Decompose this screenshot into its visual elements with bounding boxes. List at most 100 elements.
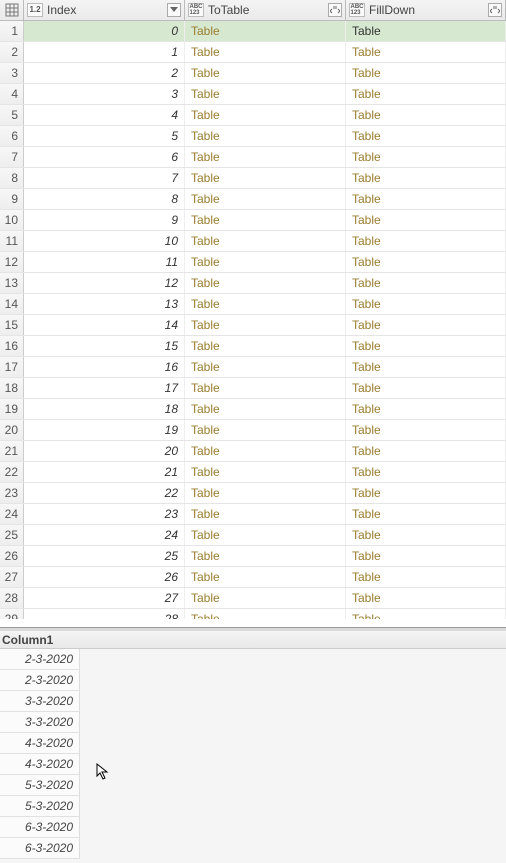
- cell-filldown[interactable]: Table: [346, 84, 506, 104]
- cell-index[interactable]: 21: [24, 462, 185, 482]
- table-row[interactable]: 2120TableTable: [0, 441, 506, 462]
- table-row[interactable]: 21TableTable: [0, 42, 506, 63]
- table-row[interactable]: 2221TableTable: [0, 462, 506, 483]
- table-row[interactable]: 1615TableTable: [0, 336, 506, 357]
- filter-dropdown-button[interactable]: [167, 3, 181, 17]
- cell-index[interactable]: 12: [24, 273, 185, 293]
- row-header[interactable]: 10: [0, 210, 24, 230]
- table-row[interactable]: 43TableTable: [0, 84, 506, 105]
- cell-filldown[interactable]: Table: [346, 231, 506, 251]
- table-row[interactable]: 2726TableTable: [0, 567, 506, 588]
- cell-filldown[interactable]: Table: [346, 567, 506, 587]
- row-header[interactable]: 11: [0, 231, 24, 251]
- cell-filldown[interactable]: Table: [346, 273, 506, 293]
- cell-index[interactable]: 25: [24, 546, 185, 566]
- grid-body[interactable]: 10TableTable21TableTable32TableTable43Ta…: [0, 21, 506, 628]
- cell-totable[interactable]: Table: [185, 504, 346, 524]
- cell-totable[interactable]: Table: [185, 525, 346, 545]
- row-header[interactable]: 15: [0, 315, 24, 335]
- cell-filldown[interactable]: Table: [346, 420, 506, 440]
- cell-index[interactable]: 23: [24, 504, 185, 524]
- cell-totable[interactable]: Table: [185, 609, 346, 619]
- row-header[interactable]: 9: [0, 189, 24, 209]
- cell-index[interactable]: 20: [24, 441, 185, 461]
- column-header-totable[interactable]: ABC123 ToTable: [185, 0, 346, 20]
- cell-filldown[interactable]: Table: [346, 504, 506, 524]
- cell-filldown[interactable]: Table: [346, 399, 506, 419]
- cell-totable[interactable]: Table: [185, 567, 346, 587]
- column-header-index[interactable]: 1.2 Index: [24, 0, 185, 20]
- cell-index[interactable]: 10: [24, 231, 185, 251]
- cell-totable[interactable]: Table: [185, 63, 346, 83]
- row-header[interactable]: 2: [0, 42, 24, 62]
- cell-index[interactable]: 15: [24, 336, 185, 356]
- cell-filldown[interactable]: Table: [346, 168, 506, 188]
- cell-totable[interactable]: Table: [185, 42, 346, 62]
- table-row[interactable]: 10TableTable: [0, 21, 506, 42]
- preview-row[interactable]: 2-3-2020: [0, 670, 80, 691]
- cell-totable[interactable]: Table: [185, 441, 346, 461]
- cell-filldown[interactable]: Table: [346, 315, 506, 335]
- cell-index[interactable]: 8: [24, 189, 185, 209]
- cell-index[interactable]: 16: [24, 357, 185, 377]
- cell-index[interactable]: 13: [24, 294, 185, 314]
- cell-totable[interactable]: Table: [185, 462, 346, 482]
- cell-index[interactable]: 7: [24, 168, 185, 188]
- row-header[interactable]: 18: [0, 378, 24, 398]
- preview-column-header[interactable]: Column1: [0, 631, 506, 649]
- cell-index[interactable]: 3: [24, 84, 185, 104]
- cell-filldown[interactable]: Table: [346, 210, 506, 230]
- cell-totable[interactable]: Table: [185, 357, 346, 377]
- preview-row[interactable]: 4-3-2020: [0, 733, 80, 754]
- preview-row[interactable]: 6-3-2020: [0, 817, 80, 838]
- cell-index[interactable]: 19: [24, 420, 185, 440]
- row-header[interactable]: 16: [0, 336, 24, 356]
- cell-index[interactable]: 27: [24, 588, 185, 608]
- cell-totable[interactable]: Table: [185, 399, 346, 419]
- cell-totable[interactable]: Table: [185, 420, 346, 440]
- row-header[interactable]: 17: [0, 357, 24, 377]
- row-header[interactable]: 20: [0, 420, 24, 440]
- cell-index[interactable]: 28: [24, 609, 185, 619]
- cell-totable[interactable]: Table: [185, 252, 346, 272]
- expand-button[interactable]: [328, 3, 342, 17]
- cell-filldown[interactable]: Table: [346, 483, 506, 503]
- table-menu-button[interactable]: [0, 0, 24, 20]
- cell-totable[interactable]: Table: [185, 147, 346, 167]
- cell-totable[interactable]: Table: [185, 483, 346, 503]
- cell-totable[interactable]: Table: [185, 105, 346, 125]
- cell-totable[interactable]: Table: [185, 378, 346, 398]
- cell-index[interactable]: 26: [24, 567, 185, 587]
- cell-totable[interactable]: Table: [185, 21, 346, 41]
- table-row[interactable]: 1514TableTable: [0, 315, 506, 336]
- table-row[interactable]: 2423TableTable: [0, 504, 506, 525]
- cell-totable[interactable]: Table: [185, 231, 346, 251]
- table-row[interactable]: 1817TableTable: [0, 378, 506, 399]
- table-row[interactable]: 2625TableTable: [0, 546, 506, 567]
- cell-index[interactable]: 17: [24, 378, 185, 398]
- cell-filldown[interactable]: Table: [346, 105, 506, 125]
- row-header[interactable]: 19: [0, 399, 24, 419]
- cell-filldown[interactable]: Table: [346, 21, 506, 41]
- cell-filldown[interactable]: Table: [346, 588, 506, 608]
- table-row[interactable]: 2827TableTable: [0, 588, 506, 609]
- preview-row[interactable]: 3-3-2020: [0, 691, 80, 712]
- cell-index[interactable]: 6: [24, 147, 185, 167]
- cell-totable[interactable]: Table: [185, 189, 346, 209]
- table-row[interactable]: 2019TableTable: [0, 420, 506, 441]
- table-row[interactable]: 109TableTable: [0, 210, 506, 231]
- cell-filldown[interactable]: Table: [346, 546, 506, 566]
- table-row[interactable]: 2928TableTable: [0, 609, 506, 619]
- row-header[interactable]: 26: [0, 546, 24, 566]
- cell-filldown[interactable]: Table: [346, 441, 506, 461]
- cell-filldown[interactable]: Table: [346, 462, 506, 482]
- row-header[interactable]: 12: [0, 252, 24, 272]
- cell-filldown[interactable]: Table: [346, 42, 506, 62]
- cell-filldown[interactable]: Table: [346, 525, 506, 545]
- cell-index[interactable]: 14: [24, 315, 185, 335]
- table-row[interactable]: 98TableTable: [0, 189, 506, 210]
- cell-index[interactable]: 22: [24, 483, 185, 503]
- row-header[interactable]: 23: [0, 483, 24, 503]
- preview-row[interactable]: 4-3-2020: [0, 754, 80, 775]
- cell-totable[interactable]: Table: [185, 315, 346, 335]
